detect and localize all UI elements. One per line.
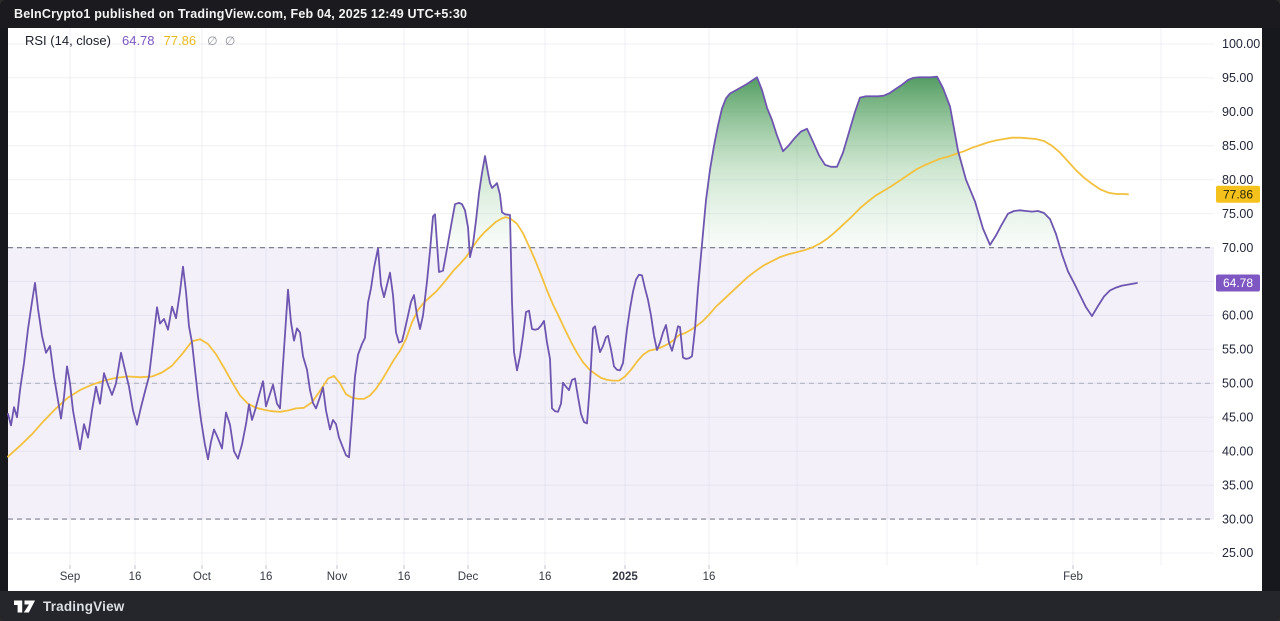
x-axis-label[interactable]: Oct (193, 571, 212, 583)
tradingview-logo-icon[interactable] (14, 599, 36, 613)
x-axis-label[interactable]: 2025 (612, 571, 638, 583)
y-axis-label[interactable]: 95.00 (1222, 71, 1253, 85)
y-axis-label[interactable]: 35.00 (1222, 478, 1253, 492)
y-axis-label[interactable]: 80.00 (1222, 173, 1253, 187)
y-axis-label[interactable]: 85.00 (1222, 139, 1253, 153)
x-axis-label[interactable]: 16 (260, 571, 273, 583)
x-axis-label[interactable]: Sep (60, 571, 80, 583)
x-axis-label[interactable]: 16 (398, 571, 411, 583)
x-axis-label[interactable]: Feb (1063, 571, 1083, 583)
y-axis-label[interactable]: 60.00 (1222, 309, 1253, 323)
legend-empty-symbols: ∅ ∅ (207, 34, 235, 48)
x-axis-label[interactable]: 16 (703, 571, 716, 583)
overbought-fill (430, 77, 1060, 248)
y-axis-label[interactable]: 75.00 (1222, 207, 1253, 221)
screenshot-root: BeInCrypto1 published on TradingView.com… (0, 0, 1280, 621)
rsi-chart-canvas[interactable]: 100.00 95.00 90.00 85.00 80.00 75.00 70.00 60.0… (0, 0, 1280, 621)
x-axis-label[interactable]: Dec (458, 571, 479, 583)
y-axis-label[interactable]: 50.00 (1222, 377, 1253, 391)
y-axis-label[interactable]: 25.00 (1222, 546, 1253, 560)
y-axis-label[interactable]: 30.00 (1222, 512, 1253, 526)
brand-bar: TradingView (0, 591, 1280, 621)
rsi-legend-value: 64.78 (122, 33, 155, 48)
x-axis-label[interactable]: Nov (327, 571, 348, 583)
y-axis-label[interactable]: 55.00 (1222, 343, 1253, 357)
ma-price-badge-label: 77.86 (1223, 187, 1253, 201)
y-axis-label[interactable]: 40.00 (1222, 444, 1253, 458)
x-axis-label[interactable]: 16 (129, 571, 142, 583)
rsi-price-badge-label: 64.78 (1223, 276, 1253, 290)
y-axis-label[interactable]: 90.00 (1222, 105, 1253, 119)
y-axis-label[interactable]: 45.00 (1222, 410, 1253, 424)
indicator-title: RSI (14, close) (25, 33, 111, 48)
x-axis-label[interactable]: 16 (539, 571, 552, 583)
indicator-legend[interactable]: RSI (14, close) 64.78 77.86 ∅ ∅ (25, 33, 235, 48)
y-axis-label[interactable]: 100.00 (1222, 37, 1260, 51)
y-axis-label[interactable]: 70.00 (1222, 241, 1253, 255)
brand-name: TradingView (43, 599, 124, 614)
ma-legend-value: 77.86 (164, 33, 197, 48)
